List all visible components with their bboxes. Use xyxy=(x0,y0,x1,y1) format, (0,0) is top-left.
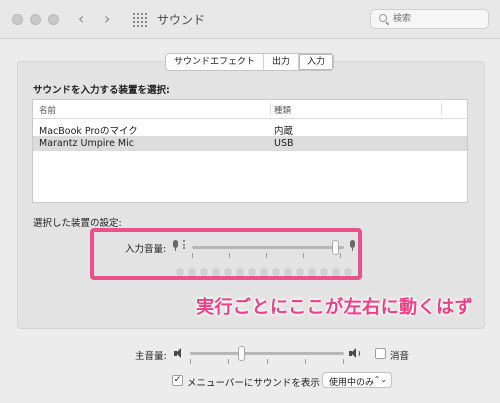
master-volume-label: 主音量: xyxy=(135,351,167,362)
device-select-heading: サウンドを入力する装置を選択: xyxy=(33,85,170,96)
slider-tick xyxy=(190,359,191,364)
slider-tick xyxy=(305,359,306,364)
sound-wave xyxy=(357,350,360,357)
annotation-highlight-box xyxy=(90,228,362,280)
show-in-menubar-checkbox[interactable]: ✓ xyxy=(172,375,183,386)
close-window-button[interactable] xyxy=(12,14,23,25)
tab-bar: サウンドエフェクト 出力 入力 xyxy=(165,53,335,71)
window-title: サウンド xyxy=(157,13,206,27)
device-type: 内蔵 xyxy=(274,126,294,137)
back-icon[interactable]: ‹ xyxy=(78,9,84,29)
device-settings-label: 選択した装置の設定: xyxy=(33,218,122,229)
minimize-window-button[interactable] xyxy=(30,14,41,25)
search-input[interactable] xyxy=(393,12,483,26)
annotation-text: 実行ごとにここが左右に動くはず xyxy=(196,297,474,318)
tab-output[interactable]: 出力 xyxy=(264,54,300,70)
tab-input[interactable]: 入力 xyxy=(299,54,334,70)
tab-sound-effects[interactable]: サウンドエフェクト xyxy=(166,54,265,70)
master-volume-knob[interactable] xyxy=(237,346,245,361)
column-divider xyxy=(441,103,442,115)
mute-label: 消音 xyxy=(390,351,410,362)
forward-icon[interactable]: › xyxy=(104,9,110,29)
search-field[interactable] xyxy=(370,9,489,29)
chevron-updown-icon: ⌃⌄ xyxy=(373,375,387,384)
table-row-selected[interactable]: Marantz Umpire Mic USB xyxy=(33,136,467,151)
table-header: 名前 種類 xyxy=(33,100,467,119)
slider-tick xyxy=(267,359,268,364)
slider-tick xyxy=(343,359,344,364)
mute-checkbox[interactable] xyxy=(375,348,386,359)
show-in-menubar-label: メニューバーにサウンドを表示 xyxy=(187,378,320,389)
speaker-high-icon xyxy=(349,348,363,359)
column-divider xyxy=(270,103,271,115)
master-volume-track xyxy=(190,352,344,355)
system-preferences-window: ‹ › サウンド サウンドエフェクト 出力 入力 サウンドを入力する装置を選択:… xyxy=(0,0,500,403)
speaker-low-icon xyxy=(174,348,188,359)
device-type: USB xyxy=(274,138,294,149)
table-row[interactable]: MacBook Proのマイク 内蔵 xyxy=(33,121,467,137)
zoom-window-button[interactable] xyxy=(48,14,59,25)
search-icon xyxy=(379,14,387,22)
input-device-table: 名前 種類 MacBook Proのマイク 内蔵 Marantz Umpire … xyxy=(32,99,468,203)
column-header-type[interactable]: 種類 xyxy=(274,104,291,116)
show-all-grid-icon[interactable] xyxy=(133,13,147,27)
menubar-visibility-popup[interactable]: 使用中のみ ⌃⌄ xyxy=(322,372,392,388)
device-name: MacBook Proのマイク xyxy=(39,126,138,137)
column-header-name[interactable]: 名前 xyxy=(39,104,56,116)
device-name: Marantz Umpire Mic xyxy=(39,138,134,149)
popup-selected-value: 使用中のみ xyxy=(329,378,375,388)
title-bar: ‹ › サウンド xyxy=(0,0,500,39)
slider-tick xyxy=(228,359,229,364)
